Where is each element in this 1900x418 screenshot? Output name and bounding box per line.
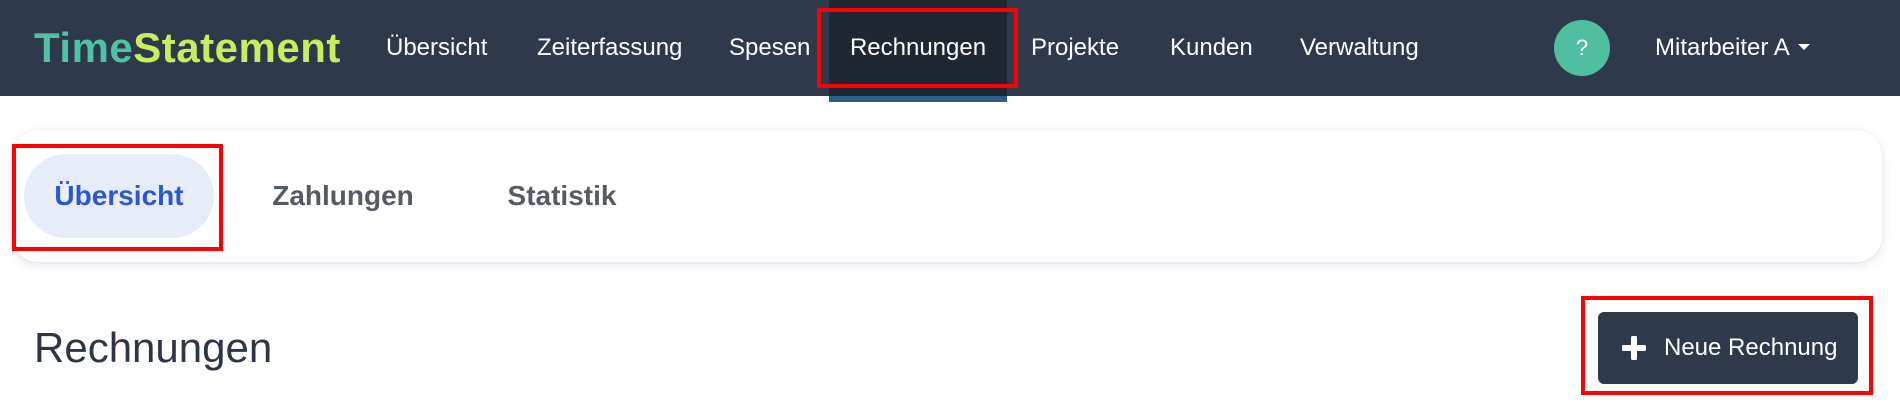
nav-item-spesen[interactable]: Spesen [729, 0, 810, 96]
logo-text-time: Time [34, 24, 134, 71]
subtab-uebersicht[interactable]: Übersicht [24, 154, 214, 238]
new-invoice-button[interactable]: Neue Rechnung [1598, 312, 1858, 384]
page-title: Rechnungen [34, 324, 273, 371]
subtab-zahlungen[interactable]: Zahlungen [248, 154, 438, 238]
nav-item-verwaltung[interactable]: Verwaltung [1300, 0, 1419, 96]
top-navbar: TimeStatement Übersicht Zeiterfassung Sp… [0, 0, 1900, 96]
logo-text-statement: Statement [133, 24, 341, 71]
subnav-card: Übersicht Zahlungen Statistik [12, 130, 1882, 262]
nav-item-projekte[interactable]: Projekte [1031, 0, 1119, 96]
plus-icon [1622, 336, 1646, 360]
subtab-statistik[interactable]: Statistik [472, 154, 652, 238]
nav-item-uebersicht[interactable]: Übersicht [386, 0, 487, 96]
new-invoice-label: Neue Rechnung [1664, 334, 1838, 361]
user-menu[interactable]: Mitarbeiter A [1655, 0, 1810, 96]
help-button[interactable]: ? [1554, 20, 1610, 76]
caret-down-icon [1797, 43, 1810, 50]
nav-item-zeiterfassung[interactable]: Zeiterfassung [537, 0, 682, 96]
user-name: Mitarbeiter A [1655, 34, 1790, 61]
app-logo[interactable]: TimeStatement [34, 24, 341, 72]
active-nav-indicator [829, 96, 1007, 102]
nav-item-kunden[interactable]: Kunden [1170, 0, 1253, 96]
nav-item-rechnungen[interactable]: Rechnungen [829, 0, 1007, 96]
